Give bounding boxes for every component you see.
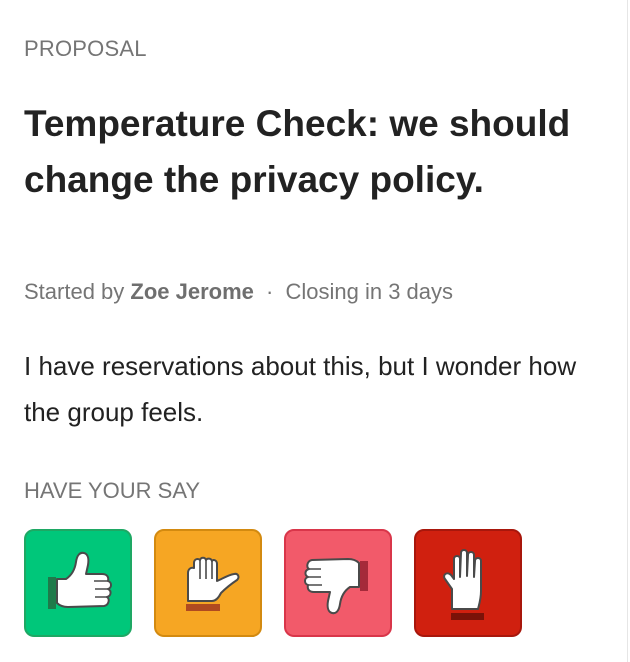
thumbs-down-icon: [284, 529, 392, 637]
proposal-meta: Started by Zoe Jerome · Closing in 3 day…: [24, 279, 453, 305]
thumb-sideways-icon: [154, 529, 262, 637]
author-link[interactable]: Zoe Jerome: [130, 279, 254, 304]
closing-time: Closing in 3 days: [285, 279, 454, 304]
raised-hand-icon: [414, 529, 522, 637]
vote-block-button[interactable]: [414, 529, 522, 637]
vote-disagree-button[interactable]: [284, 529, 392, 637]
have-your-say-heading: HAVE YOUR SAY: [24, 478, 201, 503]
vote-abstain-button[interactable]: [154, 529, 262, 637]
proposal-title: Temperature Check: we should change the …: [24, 103, 571, 200]
proposal-eyebrow: PROPOSAL: [24, 36, 147, 61]
proposal-card: PROPOSAL Temperature Check: we should ch…: [0, 0, 628, 662]
proposal-description: I have reservations about this, but I wo…: [24, 351, 577, 427]
started-by-label: Started by: [24, 279, 125, 304]
vote-agree-button[interactable]: [24, 529, 132, 637]
thumbs-up-icon: [24, 529, 132, 637]
meta-separator: ·: [266, 279, 274, 304]
